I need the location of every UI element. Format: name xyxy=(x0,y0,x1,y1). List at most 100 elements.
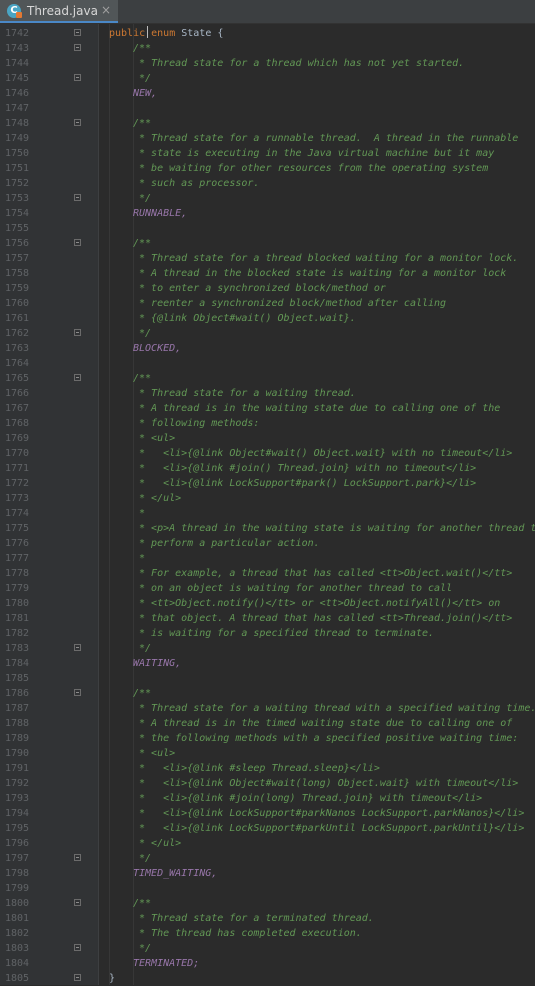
code-line[interactable]: * <li>{@link LockSupport#parkNanos LockS… xyxy=(99,806,535,821)
gutter-line[interactable]: 1764 xyxy=(0,356,98,371)
gutter-line[interactable]: 1788 xyxy=(0,716,98,731)
code-line[interactable]: /** xyxy=(99,686,535,701)
code-line[interactable]: * <li>{@link Object#wait(long) Object.wa… xyxy=(99,776,535,791)
code-line[interactable]: * xyxy=(99,506,535,521)
fold-marker-icon[interactable] xyxy=(74,854,81,861)
code-line[interactable] xyxy=(99,101,535,116)
gutter-line[interactable]: 1803 xyxy=(0,941,98,956)
gutter-line[interactable]: 1774 xyxy=(0,506,98,521)
code-line[interactable]: * <li>{@link LockSupport#parkUntil LockS… xyxy=(99,821,535,836)
gutter-line[interactable]: 1804 xyxy=(0,956,98,971)
gutter-line[interactable]: 1752 xyxy=(0,176,98,191)
gutter-line[interactable]: 1780 xyxy=(0,596,98,611)
code-line[interactable]: * <ul> xyxy=(99,746,535,761)
gutter-line[interactable]: 1775 xyxy=(0,521,98,536)
gutter-line[interactable]: 1762 xyxy=(0,326,98,341)
code-line[interactable]: * to enter a synchronized block/method o… xyxy=(99,281,535,296)
gutter-line[interactable]: 1800 xyxy=(0,896,98,911)
code-line[interactable]: * such as processor. xyxy=(99,176,535,191)
gutter-line[interactable]: 1778 xyxy=(0,566,98,581)
code-line[interactable]: * Thread state for a waiting thread. xyxy=(99,386,535,401)
code-line[interactable] xyxy=(99,671,535,686)
fold-marker-icon[interactable] xyxy=(74,194,81,201)
gutter-line[interactable]: 1765 xyxy=(0,371,98,386)
code-line[interactable]: RUNNABLE, xyxy=(99,206,535,221)
code-line[interactable]: */ xyxy=(99,941,535,956)
gutter-line[interactable]: 1785 xyxy=(0,671,98,686)
code-line[interactable]: * <p>A thread in the waiting state is wa… xyxy=(99,521,535,536)
gutter-line[interactable]: 1767 xyxy=(0,401,98,416)
gutter-line[interactable]: 1753 xyxy=(0,191,98,206)
code-line[interactable] xyxy=(99,881,535,896)
code-line[interactable]: /** xyxy=(99,41,535,56)
code-line[interactable]: /** xyxy=(99,116,535,131)
fold-marker-icon[interactable] xyxy=(74,944,81,951)
code-line[interactable]: */ xyxy=(99,71,535,86)
gutter-line[interactable]: 1779 xyxy=(0,581,98,596)
code-line[interactable]: /** xyxy=(99,896,535,911)
close-icon[interactable]: × xyxy=(101,3,111,17)
gutter-line[interactable]: 1795 xyxy=(0,821,98,836)
code-line[interactable]: * <li>{@link Object#wait() Object.wait} … xyxy=(99,446,535,461)
code-line[interactable]: * that object. A thread that has called … xyxy=(99,611,535,626)
code-line[interactable]: * <li>{@link #join(long) Thread.join} wi… xyxy=(99,791,535,806)
code-line[interactable]: * on an object is waiting for another th… xyxy=(99,581,535,596)
code-line[interactable]: * be waiting for other resources from th… xyxy=(99,161,535,176)
code-line[interactable]: * Thread state for a runnable thread. A … xyxy=(99,131,535,146)
gutter-line[interactable]: 1773 xyxy=(0,491,98,506)
gutter-line[interactable]: 1768 xyxy=(0,416,98,431)
code-line[interactable]: WAITING, xyxy=(99,656,535,671)
gutter-line[interactable]: 1782 xyxy=(0,626,98,641)
code-line[interactable]: * A thread is in the waiting state due t… xyxy=(99,401,535,416)
fold-marker-icon[interactable] xyxy=(74,44,81,51)
gutter-line[interactable]: 1746 xyxy=(0,86,98,101)
gutter-line[interactable]: 1757 xyxy=(0,251,98,266)
code-line[interactable]: TERMINATED; xyxy=(99,956,535,971)
gutter-line[interactable]: 1793 xyxy=(0,791,98,806)
code-line[interactable]: * {@link Object#wait() Object.wait}. xyxy=(99,311,535,326)
gutter-line[interactable]: 1755 xyxy=(0,221,98,236)
gutter-line[interactable]: 1742 xyxy=(0,26,98,41)
gutter-line[interactable]: 1781 xyxy=(0,611,98,626)
gutter-line[interactable]: 1776 xyxy=(0,536,98,551)
fold-marker-icon[interactable] xyxy=(74,974,81,981)
gutter-line[interactable]: 1749 xyxy=(0,131,98,146)
gutter-line[interactable]: 1772 xyxy=(0,476,98,491)
code-line[interactable]: * <tt>Object.notify()</tt> or <tt>Object… xyxy=(99,596,535,611)
code-line[interactable]: * <li>{@link LockSupport#park() LockSupp… xyxy=(99,476,535,491)
code-line[interactable]: */ xyxy=(99,191,535,206)
fold-marker-icon[interactable] xyxy=(74,29,81,36)
code-line[interactable]: public enum State { xyxy=(99,26,535,41)
gutter-line[interactable]: 1790 xyxy=(0,746,98,761)
gutter-line[interactable]: 1799 xyxy=(0,881,98,896)
gutter-line[interactable]: 1756 xyxy=(0,236,98,251)
code-line[interactable]: * For example, a thread that has called … xyxy=(99,566,535,581)
gutter-line[interactable]: 1761 xyxy=(0,311,98,326)
gutter-line[interactable]: 1777 xyxy=(0,551,98,566)
gutter-line[interactable]: 1763 xyxy=(0,341,98,356)
gutter-line[interactable]: 1751 xyxy=(0,161,98,176)
code-line[interactable]: * Thread state for a thread blocked wait… xyxy=(99,251,535,266)
gutter-line[interactable]: 1789 xyxy=(0,731,98,746)
code-line[interactable]: * A thread is in the timed waiting state… xyxy=(99,716,535,731)
code-line[interactable]: * A thread in the blocked state is waiti… xyxy=(99,266,535,281)
fold-marker-icon[interactable] xyxy=(74,74,81,81)
code-line[interactable]: * </ul> xyxy=(99,491,535,506)
code-line[interactable]: BLOCKED, xyxy=(99,341,535,356)
fold-marker-icon[interactable] xyxy=(74,329,81,336)
gutter-line[interactable]: 1798 xyxy=(0,866,98,881)
code-line[interactable]: TIMED_WAITING, xyxy=(99,866,535,881)
gutter-line[interactable]: 1744 xyxy=(0,56,98,71)
gutter-line[interactable]: 1759 xyxy=(0,281,98,296)
code-line[interactable]: * is waiting for a specified thread to t… xyxy=(99,626,535,641)
line-number-gutter[interactable]: 1742 1743 1744 1745 1746 1747 1748 1749 1750 1751… xyxy=(0,24,99,985)
code-line[interactable]: * Thread state for a thread which has no… xyxy=(99,56,535,71)
gutter-line[interactable]: 1766 xyxy=(0,386,98,401)
code-line[interactable]: * reenter a synchronized block/method af… xyxy=(99,296,535,311)
code-line[interactable]: * Thread state for a terminated thread. xyxy=(99,911,535,926)
code-line[interactable]: /** xyxy=(99,371,535,386)
gutter-line[interactable]: 1801 xyxy=(0,911,98,926)
code-line[interactable]: * </ul> xyxy=(99,836,535,851)
code-line[interactable] xyxy=(99,221,535,236)
gutter-line[interactable]: 1784 xyxy=(0,656,98,671)
